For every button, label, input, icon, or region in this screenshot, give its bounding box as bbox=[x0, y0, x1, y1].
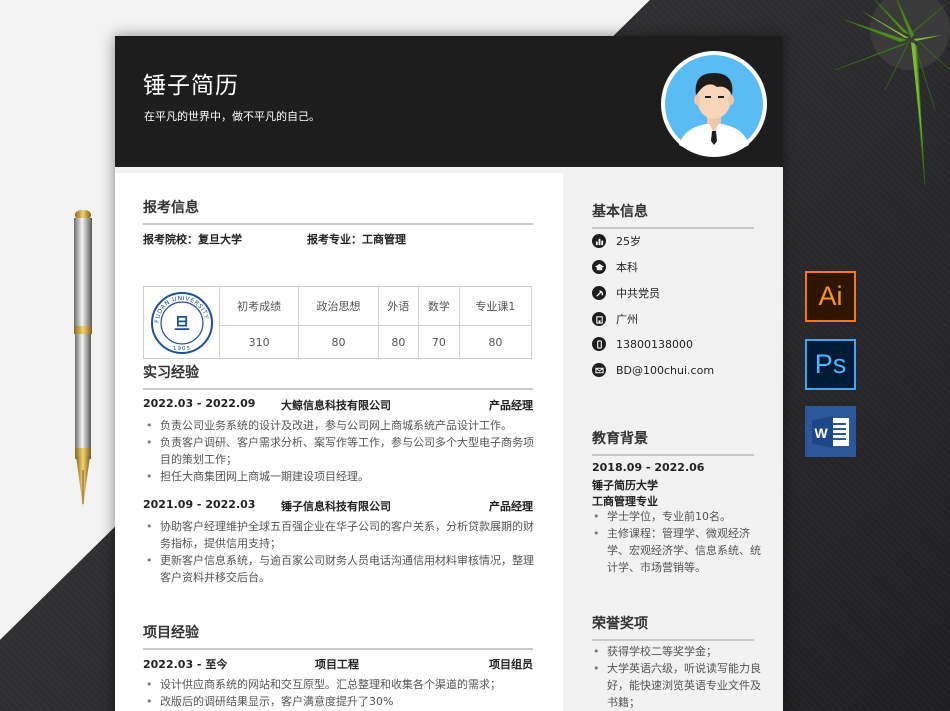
internship-bullets: 负责公司业务系统的设计及改进，参与公司网上商城系统产品设计工作。 负责客户调研、… bbox=[145, 417, 535, 485]
info-text: 中共党员 bbox=[616, 287, 660, 300]
exam-section-title: 报考信息 bbox=[143, 197, 533, 225]
info-text: BD@100chui.com bbox=[616, 363, 715, 377]
list-item: 担任大商集团网上商城一期建设项目经理。 bbox=[145, 468, 535, 485]
info-age: 25岁 bbox=[592, 233, 641, 249]
score-header: 外语 bbox=[377, 285, 420, 327]
internship-section-title: 实习经验 bbox=[143, 362, 533, 390]
word-logo-icon: W bbox=[811, 415, 849, 448]
score-value: 80 bbox=[298, 325, 379, 359]
score-value: 80 bbox=[458, 325, 533, 359]
info-phone: 13800138000 bbox=[592, 337, 693, 351]
list-item: 学士学位，专业前10名。 bbox=[592, 508, 762, 525]
score-table: FUDAN UNIVERSITY 旦 1905 初考成绩 政治思想 外语 数学 … bbox=[143, 285, 533, 359]
project-bullets: 设计供应商系统的网站和交互原型。汇总整理和收集各个渠道的需求； 改版后的调研结果… bbox=[145, 676, 535, 710]
entry-period: 2022.03 - 2022.09 bbox=[143, 397, 256, 410]
info-text: 本科 bbox=[616, 261, 638, 274]
honors-bullets: 获得学校二等奖学金； 大学英语六级，听说读写能力良好，能快速浏览英语专业文件及书… bbox=[592, 643, 762, 711]
list-item: 大学英语六级，听说读写能力良好，能快速浏览英语专业文件及书籍； bbox=[592, 660, 762, 711]
illustrator-icon: Ai bbox=[805, 271, 856, 322]
building-icon bbox=[592, 312, 606, 326]
phone-icon bbox=[592, 337, 606, 351]
mail-icon bbox=[592, 363, 606, 377]
score-value: 80 bbox=[377, 325, 420, 359]
list-item: 负责客户调研、客户需求分析、案写作等工作，参与公司多个大型电子商务项目的策划工作… bbox=[145, 434, 535, 468]
entry-company: 锤子信息科技有限公司 bbox=[281, 500, 391, 513]
info-party: 中共党员 bbox=[592, 285, 660, 301]
info-text: 25岁 bbox=[616, 235, 641, 248]
resume-motto: 在平凡的世界中，做不平凡的自己。 bbox=[144, 110, 320, 123]
avatar-illustration-icon bbox=[665, 55, 763, 153]
photoshop-label: Ps bbox=[814, 349, 847, 379]
logo-year: 1905 bbox=[173, 346, 191, 352]
entry-company: 大鲸信息科技有限公司 bbox=[281, 399, 391, 412]
entry-role: 产品经理 bbox=[489, 399, 533, 412]
university-logo-cell: FUDAN UNIVERSITY 旦 1905 bbox=[143, 286, 220, 359]
list-item: 改版后的调研结果显示，客户满意度提升了30% bbox=[145, 693, 535, 710]
svg-text:旦: 旦 bbox=[173, 314, 189, 333]
list-item: 设计供应商系统的网站和交互原型。汇总整理和收集各个渠道的需求； bbox=[145, 676, 535, 693]
score-header: 数学 bbox=[418, 285, 460, 327]
list-item: 更新客户信息系统，与逾百家公司财务人员电话沟通信用材料审核情况，整理客户资料并移… bbox=[145, 552, 535, 586]
score-header: 专业课1 bbox=[458, 285, 533, 327]
entry-role: 项目组员 bbox=[489, 658, 533, 671]
graduation-cap-icon bbox=[592, 260, 606, 274]
sidebar-column: 基本信息 25岁 本科 中共党员 广州 13800138000 BD@100ch… bbox=[563, 173, 783, 711]
basic-info-section-title: 基本信息 bbox=[592, 201, 754, 229]
education-school: 锤子简历大学 bbox=[592, 479, 658, 492]
list-item: 负责公司业务系统的设计及改进，参与公司网上商城系统产品设计工作。 bbox=[145, 417, 535, 434]
avatar bbox=[661, 51, 767, 157]
entry-company: 项目工程 bbox=[315, 658, 359, 671]
illustrator-label: Ai bbox=[818, 281, 843, 311]
exam-major: 报考专业：工商管理 bbox=[307, 233, 406, 246]
resume-title: 锤子简历 bbox=[143, 73, 239, 99]
info-city: 广州 bbox=[592, 311, 638, 327]
list-item: 协助客户经理维护全球五百强企业在华子公司的客户关系，分析贷款展期的财务指标，提供… bbox=[145, 518, 535, 552]
plant-decoration bbox=[834, 0, 950, 186]
list-item: 主修课程：管理学、微观经济学、宏观经济学、信息系统、统计学、市场营销等。 bbox=[592, 525, 762, 576]
info-text: 13800138000 bbox=[616, 337, 693, 351]
party-emblem-icon bbox=[592, 286, 606, 300]
score-header-row: FUDAN UNIVERSITY 旦 1905 初考成绩 政治思想 外语 数学 … bbox=[143, 285, 533, 359]
photoshop-icon: Ps bbox=[805, 339, 856, 390]
resume-sheet: 锤子简历 在平凡的世界中，做不平凡的自己。 报考信息 报考院校：复旦大学 报考专… bbox=[115, 36, 783, 711]
entry-period: 2021.09 - 2022.03 bbox=[143, 498, 256, 511]
list-item: 获得学校二等奖学金； bbox=[592, 643, 762, 660]
score-header: 政治思想 bbox=[298, 285, 379, 327]
internship-bullets: 协助客户经理维护全球五百强企业在华子公司的客户关系，分析贷款展期的财务指标，提供… bbox=[145, 518, 535, 586]
exam-school: 报考院校：复旦大学 bbox=[143, 233, 242, 246]
main-column: 报考信息 报考院校：复旦大学 报考专业：工商管理 FUDAN UNIVERSIT… bbox=[115, 167, 563, 711]
project-section-title: 项目经验 bbox=[143, 622, 533, 650]
svg-text:W: W bbox=[814, 425, 828, 441]
info-email: BD@100chui.com bbox=[592, 363, 714, 377]
education-period: 2018.09 - 2022.06 bbox=[592, 461, 705, 474]
education-section-title: 教育背景 bbox=[592, 428, 754, 456]
entry-role: 产品经理 bbox=[489, 500, 533, 513]
score-value: 70 bbox=[418, 325, 460, 359]
fountain-pen-decoration bbox=[74, 210, 92, 508]
chart-icon bbox=[592, 234, 606, 248]
word-icon: W bbox=[805, 406, 856, 457]
info-text: 广州 bbox=[616, 313, 638, 326]
honors-section-title: 荣誉奖项 bbox=[592, 613, 754, 641]
education-bullets: 学士学位，专业前10名。 主修课程：管理学、微观经济学、宏观经济学、信息系统、统… bbox=[592, 508, 762, 576]
university-logo-icon: FUDAN UNIVERSITY 旦 1905 bbox=[150, 291, 213, 354]
score-header: 初考成绩 bbox=[218, 285, 300, 327]
education-major: 工商管理专业 bbox=[592, 495, 658, 508]
info-degree: 本科 bbox=[592, 259, 638, 275]
resume-header: 锤子简历 在平凡的世界中，做不平凡的自己。 bbox=[115, 36, 783, 167]
score-value: 310 bbox=[218, 325, 300, 359]
entry-period: 2022.03 - 至今 bbox=[143, 658, 228, 671]
